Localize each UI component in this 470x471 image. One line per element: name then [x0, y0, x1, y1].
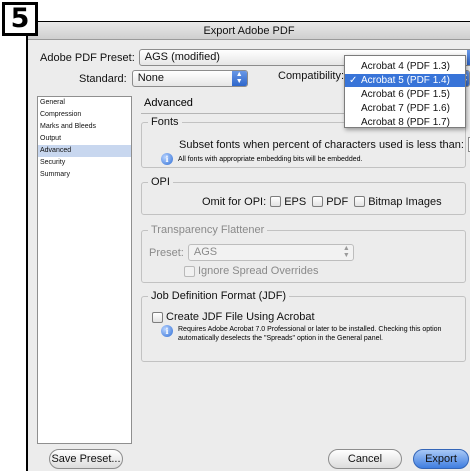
jdf-note-row: i Requires Adobe Acrobat 7.0 Professiona… [161, 325, 468, 343]
flattener-preset-row: Preset: AGS ▲ ▼ [149, 244, 354, 261]
flattener-legend: Transparency Flattener [151, 224, 265, 236]
compatibility-row: Compatibility: [278, 70, 344, 82]
sidebar-item-general[interactable]: General [38, 97, 131, 109]
sidebar-item-output[interactable]: Output [38, 133, 131, 145]
panel-title: Advanced [144, 97, 193, 109]
sidebar-item-security[interactable]: Security [38, 157, 131, 169]
standard-row: Standard: None ▲ ▼ [79, 70, 248, 87]
create-jdf-label: Create JDF File Using Acrobat [166, 311, 315, 323]
jdf-note-line-2: automatically deselects the "Spreads" op… [178, 335, 383, 342]
menu-item-acrobat-4[interactable]: Acrobat 4 (PDF 1.3) [345, 60, 465, 73]
preset-label: Adobe PDF Preset: [40, 51, 135, 64]
step-number-badge: 5 [2, 2, 38, 36]
ignore-spread-label: Ignore Spread Overrides [198, 265, 319, 277]
sidebar-item-compression[interactable]: Compression [38, 109, 131, 121]
ignore-spread-checkbox[interactable] [184, 265, 195, 277]
menu-item-label: Acrobat 8 (PDF 1.7) [361, 117, 450, 128]
jdf-note-line-1: Requires Adobe Acrobat 7.0 Professional … [178, 326, 442, 333]
flattener-preset-label: Preset: [149, 246, 184, 259]
settings-sidebar: General Compression Marks and Bleeds Out… [37, 96, 132, 444]
cancel-button[interactable]: Cancel [328, 449, 402, 469]
pdf-checkbox[interactable] [312, 196, 324, 207]
opi-bitmap-option[interactable]: Bitmap Images [354, 196, 442, 208]
info-icon: i [161, 325, 173, 337]
pdf-label: PDF [326, 196, 349, 208]
menu-item-label: Acrobat 5 (PDF 1.4) [361, 75, 450, 86]
menu-item-label: Acrobat 7 (PDF 1.6) [361, 103, 450, 114]
standard-popup[interactable]: None ▲ ▼ [131, 70, 248, 87]
fonts-note: All fonts with appropriate embedding bit… [178, 155, 363, 163]
preset-value: AGS (modified) [144, 51, 220, 63]
standard-label: Standard: [79, 72, 127, 85]
standard-value: None [137, 72, 164, 84]
menu-item-acrobat-8[interactable]: Acrobat 8 (PDF 1.7) [345, 116, 465, 129]
jdf-legend: Job Definition Format (JDF) [151, 290, 287, 302]
create-jdf-row: Create JDF File Using Acrobat [152, 311, 315, 323]
opi-eps-option[interactable]: EPS [270, 196, 306, 208]
menu-item-acrobat-6[interactable]: Acrobat 6 (PDF 1.5) [345, 88, 465, 101]
fonts-note-row: i All fonts with appropriate embedding b… [161, 153, 362, 165]
opi-pdf-option[interactable]: PDF [312, 196, 348, 208]
info-icon: i [161, 153, 173, 165]
bitmap-images-checkbox[interactable] [354, 196, 366, 207]
bitmap-images-label: Bitmap Images [368, 196, 442, 208]
flattener-preset-value: AGS [193, 246, 218, 258]
eps-checkbox[interactable] [270, 196, 282, 207]
subset-row: Subset fonts when percent of characters … [179, 137, 470, 152]
menu-item-acrobat-5[interactable]: ✓ Acrobat 5 (PDF 1.4) [345, 74, 465, 87]
omit-label: Omit for OPI: [202, 196, 267, 208]
subset-label: Subset fonts when percent of characters … [179, 138, 464, 151]
opi-row: Omit for OPI: EPS PDF Bitmap Images [202, 196, 442, 208]
fonts-legend: Fonts [151, 116, 179, 128]
sidebar-item-advanced[interactable]: Advanced [38, 145, 131, 157]
sidebar-item-marks-and-bleeds[interactable]: Marks and Bleeds [38, 121, 131, 133]
popup-arrows-icon: ▲▼ [342, 245, 350, 259]
ignore-spread-row: Ignore Spread Overrides [184, 265, 318, 277]
popup-arrows-icon: ▲▼ [231, 71, 247, 86]
sidebar-item-summary[interactable]: Summary [38, 169, 131, 181]
create-jdf-checkbox[interactable] [152, 311, 163, 323]
window-title: Export Adobe PDF [28, 22, 470, 40]
compatibility-menu: Acrobat 4 (PDF 1.3) ✓ Acrobat 5 (PDF 1.4)… [344, 55, 466, 128]
menu-item-acrobat-7[interactable]: Acrobat 7 (PDF 1.6) [345, 102, 465, 115]
export-button[interactable]: Export [413, 449, 469, 469]
flattener-preset-popup[interactable]: AGS ▲ ▼ [187, 244, 354, 261]
eps-label: EPS [284, 196, 307, 208]
jdf-note: Requires Adobe Acrobat 7.0 Professional … [178, 325, 468, 343]
menu-item-label: Acrobat 4 (PDF 1.3) [361, 61, 450, 72]
menu-item-label: Acrobat 6 (PDF 1.5) [361, 89, 450, 100]
checkmark-icon: ✓ [349, 75, 358, 86]
compatibility-label: Compatibility: [278, 70, 345, 82]
opi-legend: OPI [151, 176, 170, 188]
save-preset-button[interactable]: Save Preset... [49, 449, 123, 469]
